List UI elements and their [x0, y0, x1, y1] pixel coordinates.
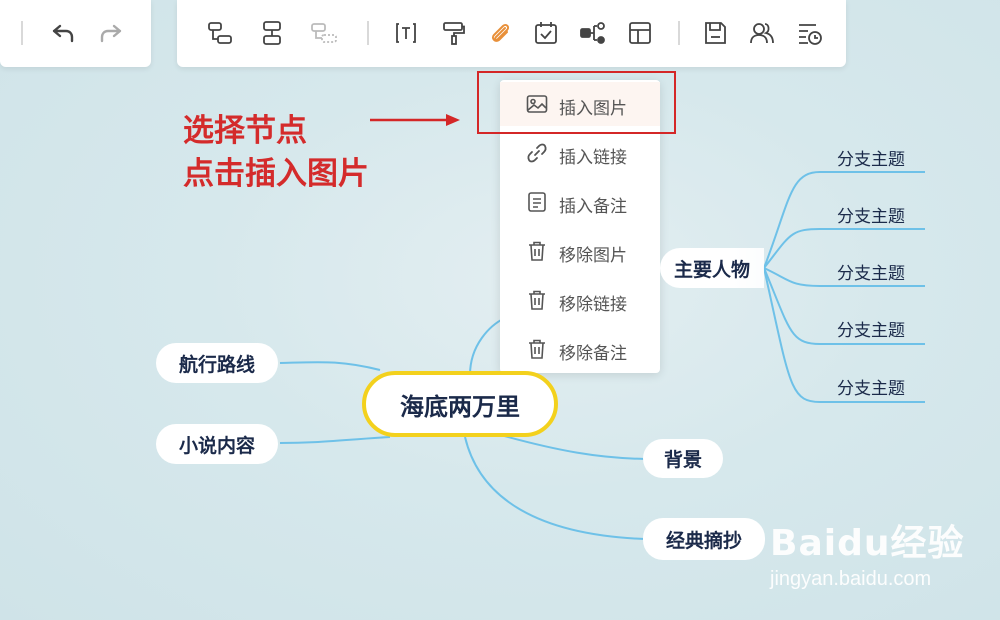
task-button[interactable] — [530, 17, 562, 49]
history-toolbar — [0, 0, 151, 67]
structure-button[interactable] — [577, 17, 609, 49]
insert-child-topic-icon — [208, 22, 232, 44]
menu-item-remove-link[interactable]: 移除链接 — [500, 278, 660, 322]
subtopic[interactable]: 分支主题 — [837, 145, 905, 170]
save-button[interactable] — [699, 17, 731, 49]
toolbar-separator — [678, 21, 680, 45]
undo-icon — [52, 24, 74, 43]
insert-sibling-topic-icon — [263, 21, 281, 45]
topic-content[interactable]: 小说内容 — [156, 424, 278, 464]
menu-item-label: 移除图片 — [559, 246, 627, 265]
annotation-line-1: 选择节点 — [183, 113, 307, 149]
menu-item-insert-link[interactable]: 插入链接 — [500, 131, 660, 175]
save-icon — [705, 22, 726, 44]
attachment-button[interactable] — [484, 17, 516, 49]
annotation-arrow — [370, 114, 460, 126]
menu-item-label: 移除备注 — [559, 344, 627, 363]
topic-background[interactable]: 背景 — [643, 439, 723, 478]
collaborators-icon — [750, 23, 774, 44]
baidu-jingyan-watermark: Baidu经验 jingyan.baidu.com — [770, 514, 964, 591]
menu-item-label: 移除链接 — [559, 295, 627, 314]
menu-item-label: 插入备注 — [559, 197, 627, 216]
insert-child-topic-button[interactable] — [204, 17, 236, 49]
task-checkbox-icon — [535, 22, 557, 44]
subtopic[interactable]: 分支主题 — [837, 202, 905, 227]
insert-floating-topic-button[interactable] — [308, 17, 340, 49]
trash-icon — [529, 290, 545, 310]
subtopic[interactable]: 分支主题 — [837, 374, 905, 399]
layout-icon — [629, 22, 651, 44]
menu-item-insert-note[interactable]: 插入备注 — [500, 180, 660, 224]
subtopic[interactable]: 分支主题 — [837, 316, 905, 341]
redo-button[interactable] — [94, 17, 126, 49]
text-format-button[interactable] — [390, 17, 422, 49]
root-topic[interactable]: 海底两万里 — [362, 371, 558, 437]
watermark-url: jingyan.baidu.com — [770, 568, 932, 590]
topic-route[interactable]: 航行路线 — [156, 343, 278, 383]
insert-sibling-topic-button[interactable] — [256, 17, 288, 49]
menu-item-remove-image[interactable]: 移除图片 — [500, 229, 660, 273]
topic-main-characters[interactable]: 主要人物 — [660, 248, 764, 288]
annotation-line-2: 点击插入图片 — [183, 156, 369, 192]
topic-excerpts[interactable]: 经典摘抄 — [643, 518, 765, 560]
trash-icon — [529, 339, 545, 359]
undo-button[interactable] — [48, 17, 80, 49]
text-format-icon — [396, 23, 416, 43]
main-toolbar — [177, 0, 846, 67]
subtopic[interactable]: 分支主题 — [837, 259, 905, 284]
format-painter-icon — [443, 22, 465, 45]
trash-icon — [529, 241, 545, 261]
toolbar-separator — [367, 21, 369, 45]
structure-icon — [580, 22, 605, 44]
layout-button[interactable] — [624, 17, 656, 49]
toolbar-separator — [21, 21, 23, 45]
attachment-icon — [491, 23, 510, 42]
history-button[interactable] — [794, 17, 826, 49]
menu-item-remove-note[interactable]: 移除备注 — [500, 327, 660, 371]
history-icon — [799, 24, 822, 45]
collaborators-button[interactable] — [746, 17, 778, 49]
annotation-highlight-box — [477, 71, 676, 134]
menu-item-label: 插入链接 — [559, 148, 627, 167]
insert-floating-topic-icon — [311, 23, 337, 43]
note-icon — [528, 192, 546, 212]
format-painter-button[interactable] — [438, 17, 470, 49]
link-icon — [527, 143, 547, 163]
redo-icon — [100, 24, 122, 43]
watermark-logo: Baidu经验 — [770, 523, 965, 564]
